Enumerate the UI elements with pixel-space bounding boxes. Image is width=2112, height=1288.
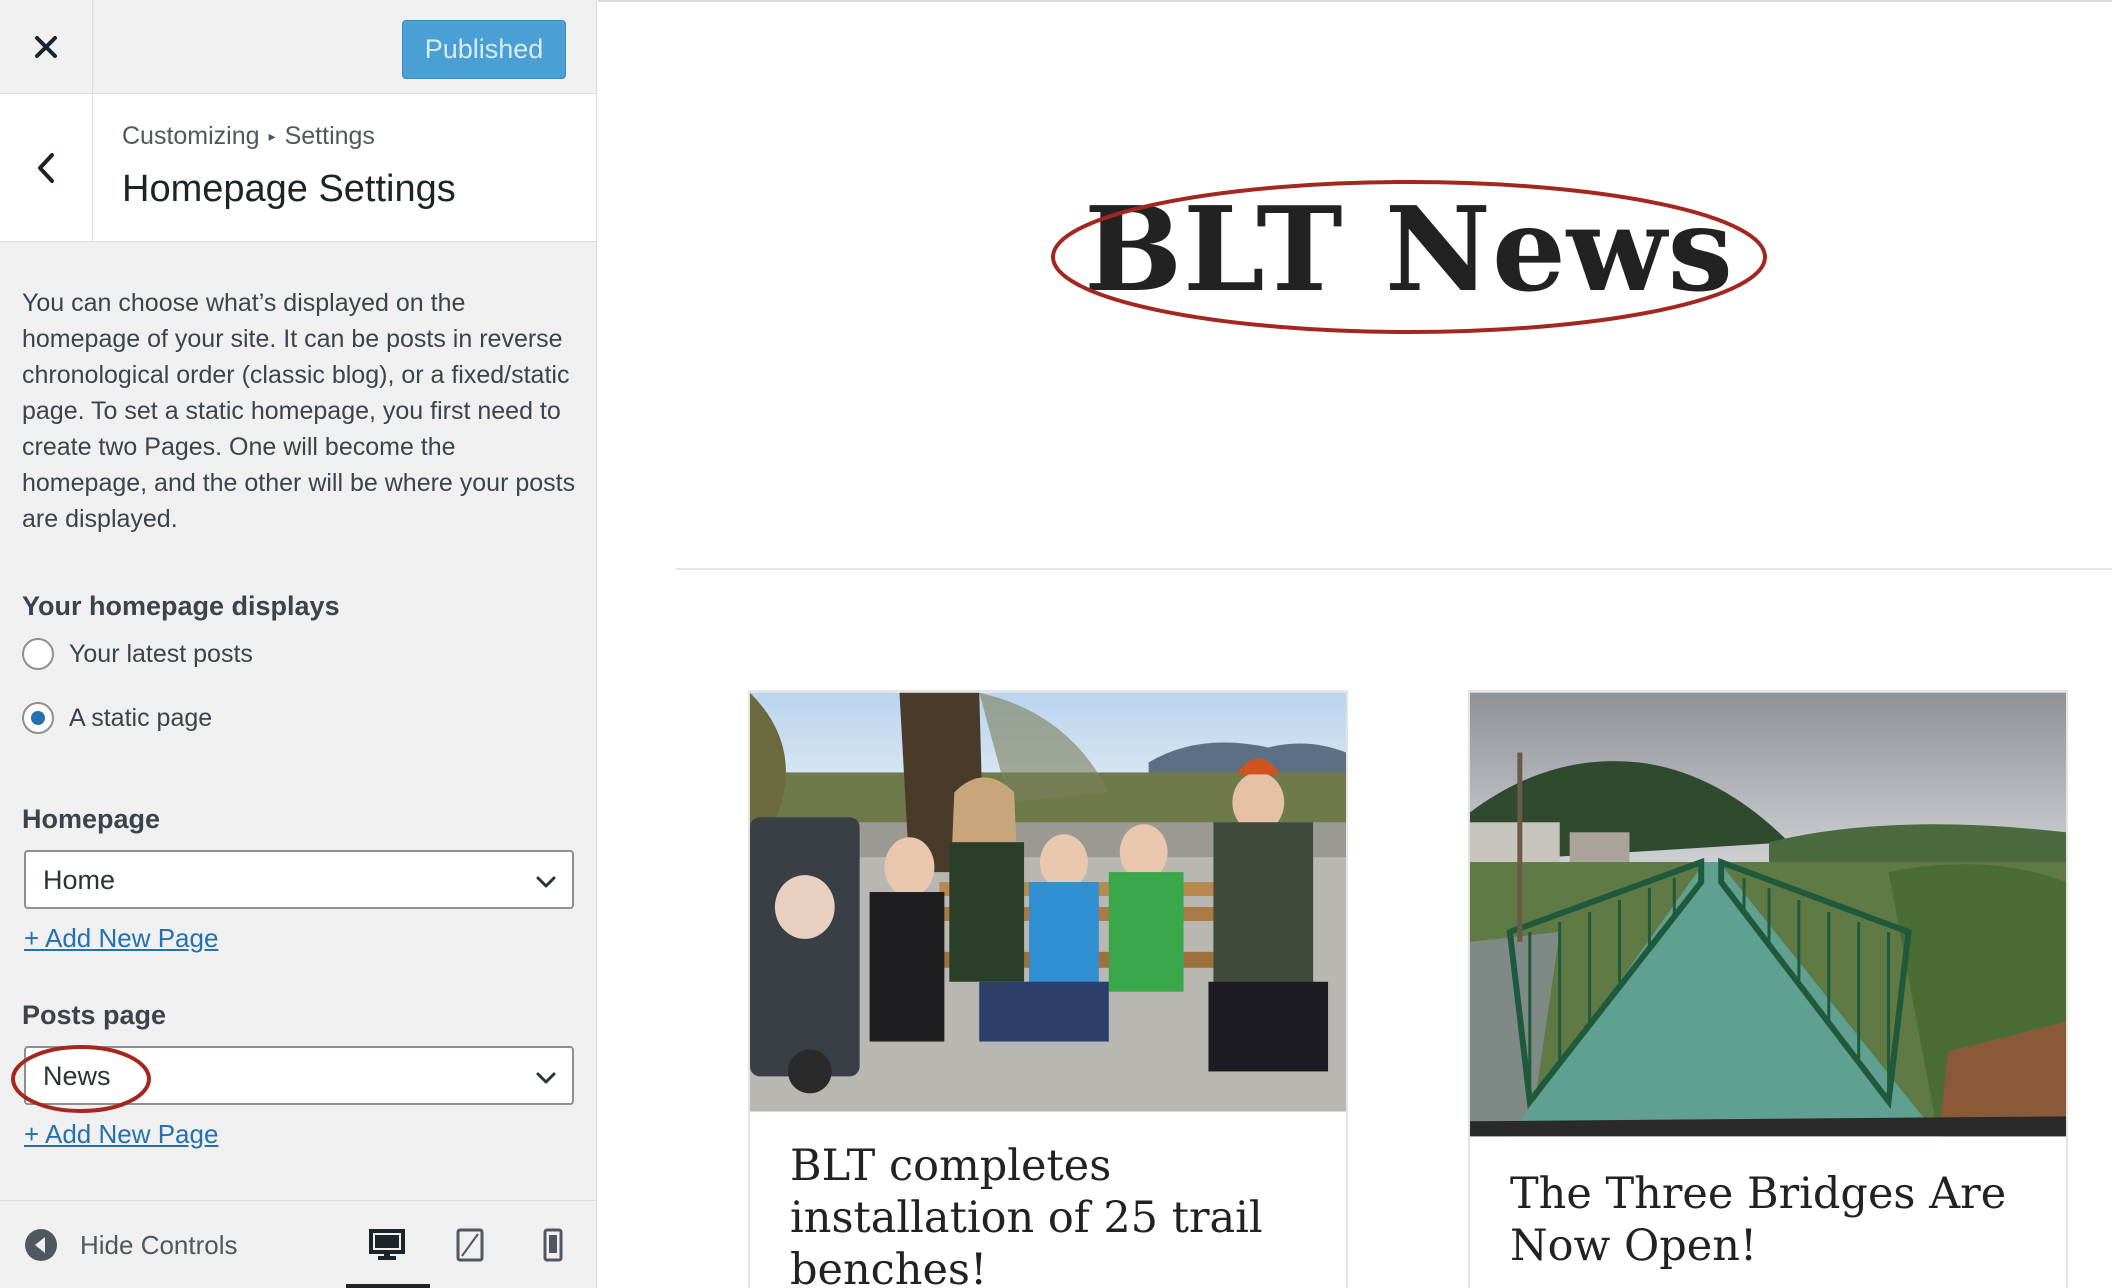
back-button[interactable] [0, 94, 93, 241]
post-card[interactable]: The Three Bridges Are Now Open! [1468, 690, 2068, 1288]
post-card[interactable]: BLT completes installation of 25 trail b… [748, 690, 1348, 1288]
header-divider [676, 568, 2112, 570]
breadcrumb-root: Customizing [122, 122, 260, 150]
published-button[interactable]: Published [402, 20, 566, 79]
post-title[interactable]: The Three Bridges Are Now Open! [1510, 1168, 2030, 1272]
active-device-indicator [346, 1284, 430, 1288]
posts-page-add-new-page-link[interactable]: + Add New Page [24, 1119, 218, 1150]
radio-latest-posts[interactable] [22, 638, 54, 670]
close-customizer-button[interactable] [0, 0, 93, 93]
post-title[interactable]: BLT completes installation of 25 trail b… [790, 1140, 1310, 1288]
arrow-left-circle-icon [25, 1229, 57, 1261]
mobile-icon [543, 1228, 563, 1262]
posts-page-label: Posts page [22, 1000, 167, 1030]
homepage-add-new-page-link[interactable]: + Add New Page [24, 923, 218, 954]
annotation-circle-title [1051, 180, 1767, 334]
homepage-select-value: Home [43, 865, 116, 895]
section-title: Homepage Settings [122, 168, 456, 210]
homepage-displays-label: Your homepage displays [22, 591, 340, 621]
section-header: Customizing ▸ Settings Homepage Settings [0, 94, 596, 242]
breadcrumb: Customizing ▸ Settings [122, 122, 375, 151]
post-thumbnail-bridge[interactable] [1470, 692, 2066, 1137]
chevron-down-icon [536, 876, 556, 888]
preview-mobile-button[interactable] [523, 1213, 583, 1277]
preview-tablet-button[interactable] [440, 1213, 500, 1277]
customizer-sidebar: Published Customizing ▸ Settings Homepage … [0, 0, 597, 1288]
post-thumbnail-family-bench[interactable] [750, 692, 1346, 1112]
close-icon [35, 35, 57, 58]
chevron-left-icon [38, 152, 54, 183]
customizer-footer: Hide Controls [0, 1200, 596, 1288]
breadcrumb-parent: Settings [284, 122, 375, 150]
homepage-label: Homepage [22, 804, 161, 834]
desktop-icon [369, 1229, 405, 1260]
radio-static-page[interactable] [22, 702, 54, 734]
hide-controls-button[interactable]: Hide Controls [24, 1223, 238, 1267]
preview-desktop-button[interactable] [357, 1213, 417, 1277]
chevron-down-icon [536, 1072, 556, 1084]
customizer-header: Published [0, 0, 596, 94]
annotation-circle-news [11, 1045, 151, 1113]
hide-controls-label: Hide Controls [80, 1229, 238, 1260]
radio-static-page-label[interactable]: A static page [69, 704, 212, 733]
section-description: You can choose what’s displayed on the h… [22, 289, 576, 533]
site-preview: BLT News BLT completes installation of 2… [598, 0, 2112, 1288]
breadcrumb-separator: ▸ [268, 128, 276, 144]
radio-latest-posts-label[interactable]: Your latest posts [69, 640, 253, 669]
tablet-icon [456, 1228, 484, 1262]
homepage-select[interactable]: Home [24, 850, 574, 909]
